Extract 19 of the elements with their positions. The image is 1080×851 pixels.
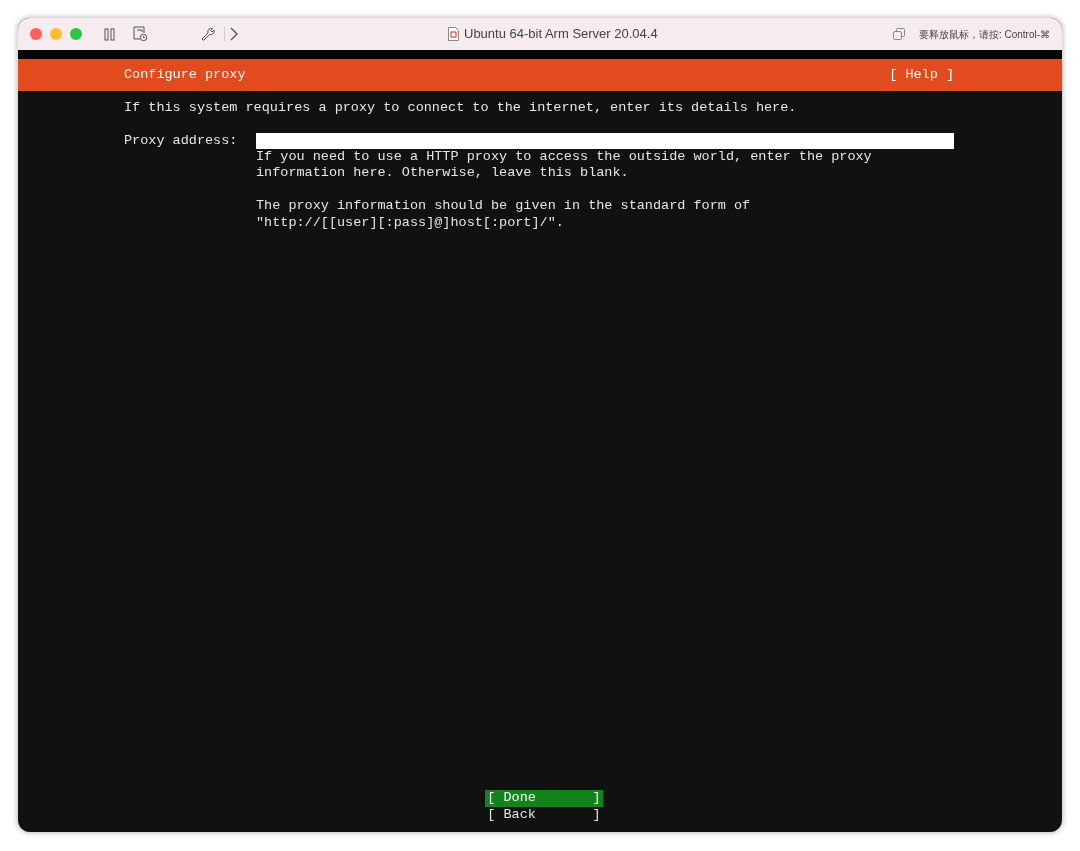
pause-icon[interactable] bbox=[104, 27, 116, 41]
close-button[interactable] bbox=[30, 28, 42, 40]
document-icon bbox=[448, 27, 459, 41]
menu-button[interactable]: [ Back ] bbox=[485, 806, 603, 823]
window-title: Ubuntu 64-bit Arm Server 20.04.4 bbox=[464, 25, 658, 44]
intro-text: If this system requires a proxy to connect to the internet, enter its details here. bbox=[124, 100, 798, 117]
release-mouse-hint: 要释放鼠标，请按: Control-⌘ bbox=[918, 27, 1050, 42]
copy-icon[interactable] bbox=[892, 28, 905, 40]
chevron-right-icon[interactable] bbox=[229, 27, 239, 41]
help-text: If you need to use a HTTP proxy to access the outside world, enter the proxy information here. Otherwise, leave this blank. bbox=[256, 148, 872, 182]
field-label: Proxy address: bbox=[124, 132, 239, 150]
snapshot-icon[interactable] bbox=[132, 26, 148, 42]
menu-button[interactable]: [ Done ] bbox=[485, 790, 603, 807]
wrench-icon[interactable] bbox=[200, 26, 216, 42]
help-text: The proxy information should be given in the standard form of "http://[[user][:pass]@]host[:port]/". bbox=[256, 198, 751, 231]
help-button[interactable]: [ Help ] bbox=[889, 66, 954, 84]
proxy-address-field[interactable] bbox=[256, 132, 954, 149]
zoom-button[interactable] bbox=[70, 28, 82, 40]
screen-title: Configure proxy bbox=[124, 66, 246, 84]
